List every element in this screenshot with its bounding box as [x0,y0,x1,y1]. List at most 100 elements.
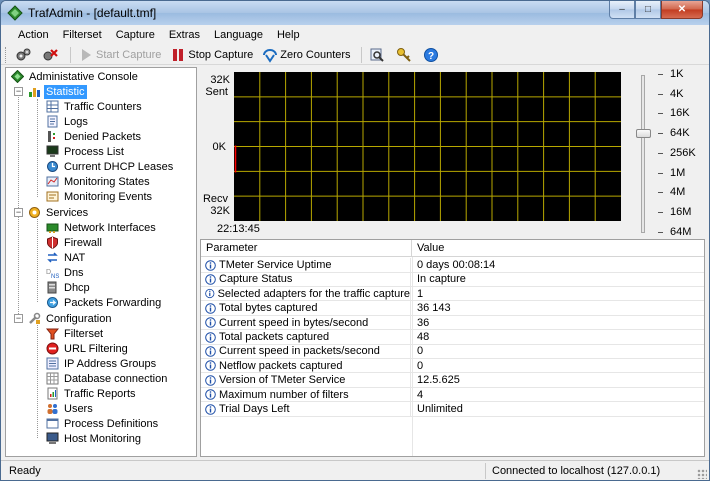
menu-capture[interactable]: Capture [109,25,162,45]
info-icon [205,274,216,285]
table-row[interactable]: Current speed in packets/second 0 [201,344,704,359]
ip-group-icon [46,357,59,370]
help-icon: ? [423,47,438,62]
table-row[interactable]: Selected adapters for the traffic captur… [201,286,704,302]
info-icon [205,259,216,271]
services-gear-icon [29,207,40,218]
table-row[interactable]: Total packets captured 48 [201,330,704,345]
tree-item-ip-address-groups[interactable]: IP Address Groups [46,356,158,371]
tree-connector [37,99,38,197]
app-logo-icon [7,5,23,21]
tree-item-filterset[interactable]: Filterset [46,326,105,341]
tree-item-process-definitions[interactable]: Process Definitions [46,416,160,431]
nat-arrows-icon [47,252,58,263]
scale-tick [658,152,663,154]
menu-language[interactable]: Language [207,25,270,45]
tree-item-network-interfaces[interactable]: Network Interfaces [46,220,158,235]
tree-item-packets-forwarding[interactable]: Packets Forwarding [46,295,163,310]
menu-extras[interactable]: Extras [162,25,207,45]
resize-grip[interactable] [697,469,707,479]
tree-item-process-list[interactable]: Process List [46,144,126,159]
search-button[interactable] [366,46,390,64]
menu-bar: Action Filterset Capture Extras Language… [1,25,709,45]
process-window-icon [46,418,59,429]
scale-tick [658,211,663,213]
bar-chart-icon [29,88,40,97]
app-window: TrafAdmin - [default.tmf] – □ ✕ Action F… [0,0,710,481]
key-button[interactable] [393,46,417,64]
table-row[interactable]: Capture Status In capture [201,272,704,287]
value-cell: 1 [417,287,424,300]
help-button[interactable]: ? [420,46,444,64]
navigation-tree[interactable]: Administative Console − Statistic Traffi… [5,67,197,457]
tree-item-logs[interactable]: Logs [46,114,90,129]
column-header-value[interactable]: Value [412,240,704,257]
table-row[interactable]: Maximum number of filters 4 [201,387,704,403]
scale-label: 16M [670,205,692,218]
tree-item-host-monitoring[interactable]: Host Monitoring [46,431,143,446]
scale-label: 64M [670,225,692,238]
tree-item-monitoring-states[interactable]: Monitoring States [46,174,152,189]
tree-node-statistic[interactable]: Statistic [28,84,87,99]
table-row[interactable]: Current speed in bytes/second 36 [201,315,704,331]
tree-expander-statistic[interactable]: − [14,87,23,96]
parameter-name: Current speed in packets/second [219,345,380,358]
gears-icon [16,48,31,60]
tree-item-firewall[interactable]: Firewall [46,235,104,250]
tree-item-dhcp-leases[interactable]: Current DHCP Leases [46,159,175,174]
tree-item-monitoring-events[interactable]: Monitoring Events [46,189,154,204]
traffic-graph-panel: 32K Sent 0K Recv 32K 22:13:45 1K 4K 16K 64K… [200,67,705,238]
table-row[interactable]: TMeter Service Uptime 0 days 00:08:14 [201,258,704,273]
parameter-cell: TMeter Service Uptime [205,258,411,272]
tree-root[interactable]: Administative Console [11,69,140,84]
menu-action[interactable]: Action [11,25,56,45]
scale-label: 4K [670,87,684,100]
magnifier-icon [370,48,384,62]
table-row[interactable]: Version of TMeter Service 12.5.625 [201,373,704,388]
tree-item-dhcp[interactable]: Dhcp [46,280,92,295]
close-button[interactable]: ✕ [661,1,703,19]
minimize-button[interactable]: – [609,1,635,19]
tree-connector [37,219,38,302]
start-capture-button[interactable]: Start Capture [75,46,164,64]
column-header-parameter[interactable]: Parameter [201,240,412,257]
tree-item-dns[interactable]: D NS Dns [46,265,86,280]
tree-item-url-filtering[interactable]: URL Filtering [46,341,130,356]
tree-node-services[interactable]: Services [28,205,90,220]
scale-tick [658,113,663,115]
tree-item-traffic-counters[interactable]: Traffic Counters [46,99,144,114]
toolbar-grip[interactable] [5,46,8,63]
table-row[interactable]: Trial Days Left Unlimited [201,402,704,417]
parameter-grid[interactable]: Parameter Value TMeter Service Uptime 0 d… [200,239,705,457]
value-cell: 36 [417,316,430,329]
menu-help[interactable]: Help [270,25,307,45]
tree-item-traffic-reports[interactable]: Traffic Reports [46,386,138,401]
stop-capture-button[interactable]: Stop Capture [167,46,256,64]
network-globe-icon [263,48,278,63]
scale-slider-thumb[interactable] [636,129,651,139]
table-row[interactable]: Total bytes captured 36 143 [201,301,704,316]
database-grid-icon [46,372,59,385]
scale-label: 1K [670,68,684,80]
tree-item-nat[interactable]: NAT [46,250,87,265]
tree-node-configuration[interactable]: Configuration [28,311,113,326]
wrench-icon [29,312,41,324]
dns-icon: DNS [46,269,59,279]
tree-item-database-connection[interactable]: Database connection [46,371,169,386]
title-bar[interactable]: TrafAdmin - [default.tmf] – □ ✕ [1,1,709,25]
tree-expander-configuration[interactable]: − [14,314,23,323]
scale-tick [658,192,663,194]
graph-recv-label: Recv [202,193,228,205]
table-row[interactable]: Netflow packets captured 0 [201,358,704,374]
value-cell: 0 [417,359,424,372]
tree-expander-services[interactable]: − [14,208,23,217]
zero-counters-button[interactable]: Zero Counters [259,46,353,64]
settings-button[interactable] [12,46,36,64]
tree-item-denied-packets[interactable]: Denied Packets [46,129,143,144]
tree-item-users[interactable]: Users [46,401,95,416]
scale-slider-track[interactable] [641,75,645,233]
play-icon [82,48,91,61]
menu-filterset[interactable]: Filterset [56,25,109,45]
maximize-button[interactable]: □ [635,1,661,19]
disable-button[interactable] [39,46,63,64]
